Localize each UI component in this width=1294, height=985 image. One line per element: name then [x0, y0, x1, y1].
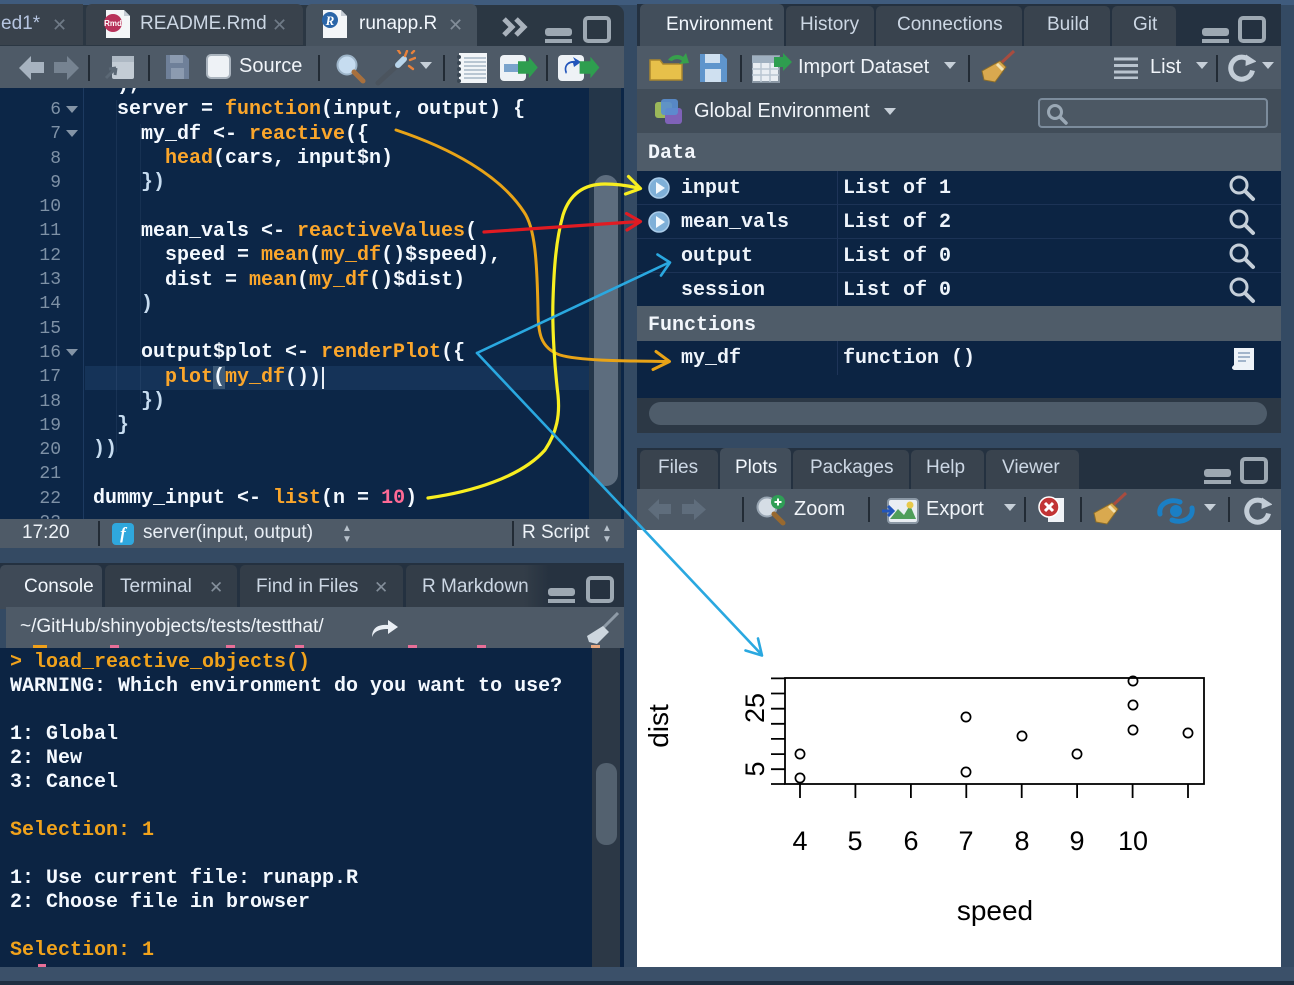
svg-text:speed: speed [957, 895, 1033, 926]
svg-text:10: 10 [1118, 826, 1148, 856]
svg-text:6: 6 [903, 826, 918, 856]
svg-text:dist: dist [643, 704, 674, 748]
svg-text:7: 7 [958, 826, 973, 856]
svg-text:4: 4 [792, 826, 807, 856]
svg-text:5: 5 [847, 826, 862, 856]
svg-text:8: 8 [1014, 826, 1029, 856]
svg-text:9: 9 [1069, 826, 1084, 856]
svg-text:5: 5 [740, 761, 770, 776]
svg-text:25: 25 [740, 693, 770, 723]
